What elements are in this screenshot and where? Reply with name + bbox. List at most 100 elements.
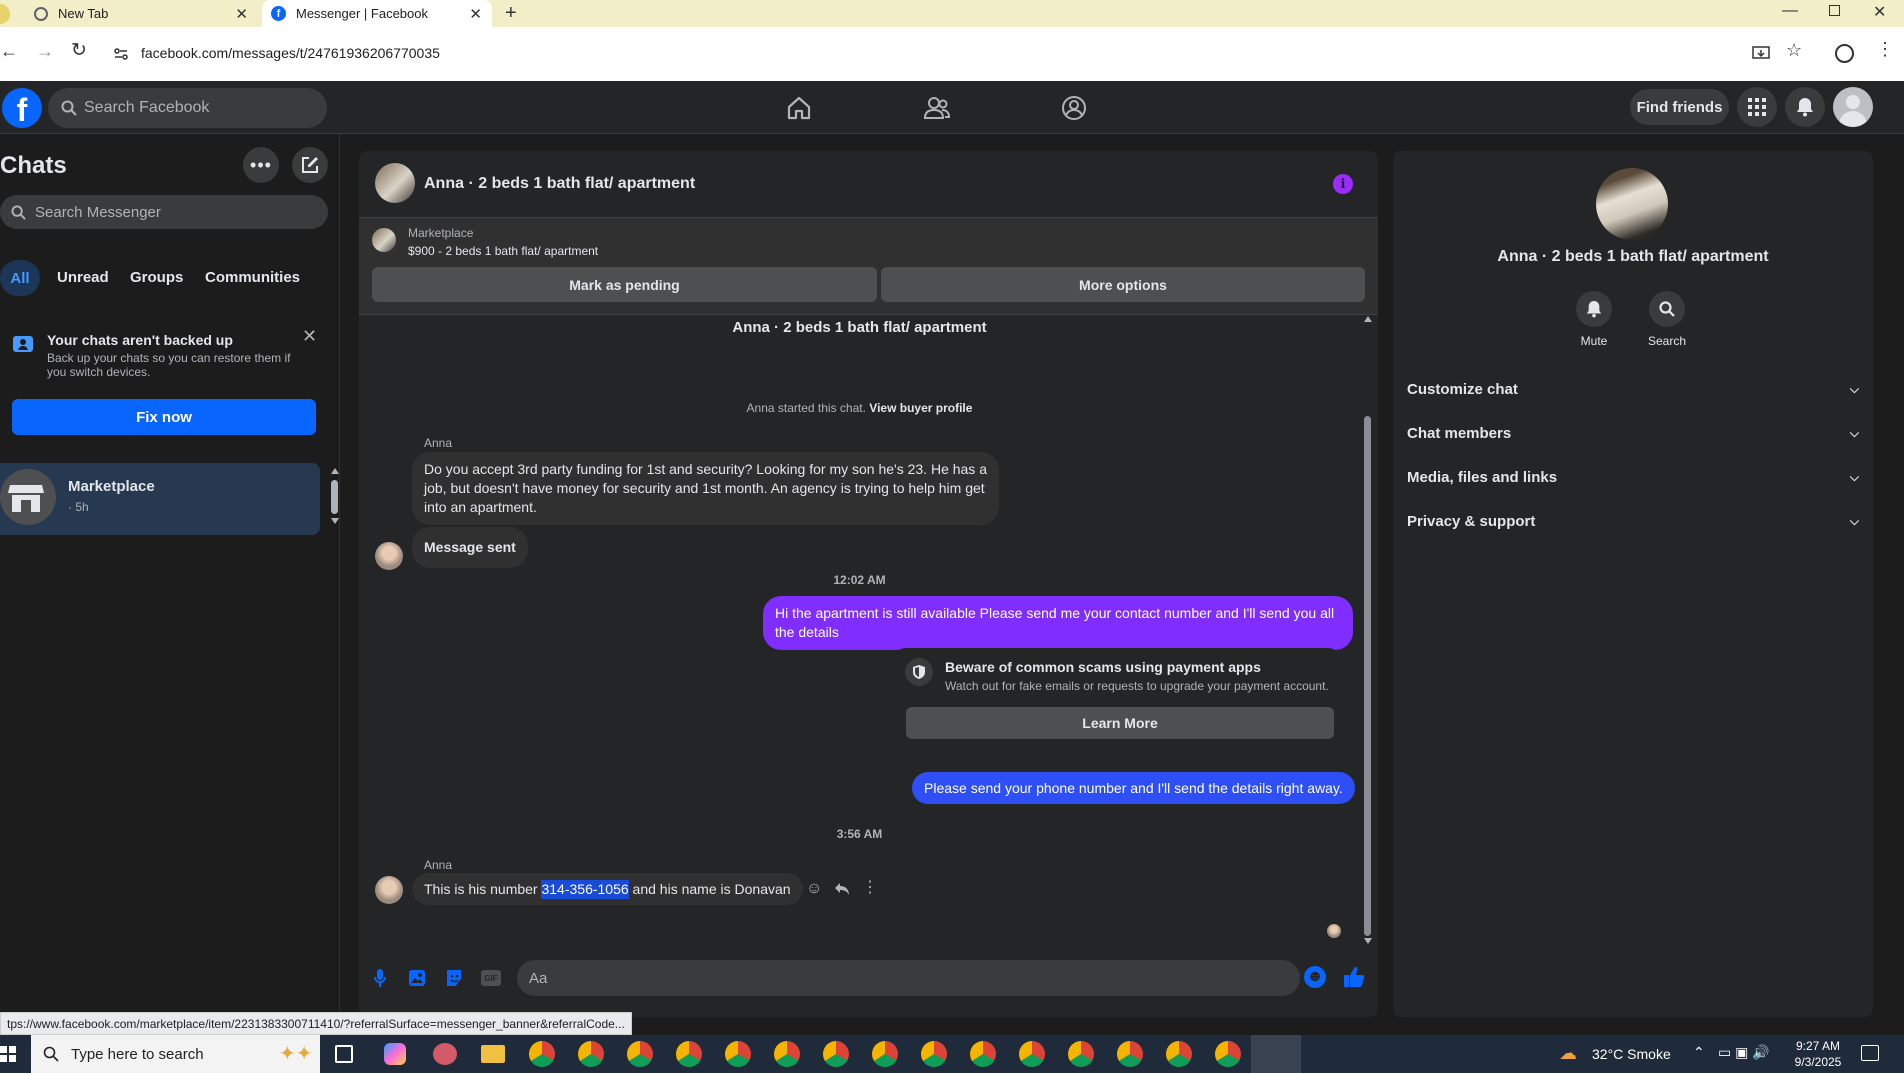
- sender-avatar[interactable]: [375, 876, 403, 904]
- chrome-icon[interactable]: [872, 1041, 898, 1067]
- minimize-icon[interactable]: —: [1782, 2, 1798, 20]
- listing-avatar[interactable]: [375, 163, 415, 203]
- incoming-message[interactable]: This is his number 314-356-1056 and his …: [412, 873, 803, 905]
- chat-options-button[interactable]: •••: [243, 147, 279, 183]
- menu-grid-button[interactable]: [1737, 87, 1777, 127]
- taskbar-search-input[interactable]: Type here to search ✦✦: [31, 1035, 320, 1073]
- selected-phone-number[interactable]: 314-356-1056: [541, 879, 629, 899]
- reload-icon[interactable]: ↻: [71, 39, 87, 62]
- bookmark-star-icon[interactable]: ☆: [1786, 40, 1802, 61]
- chrome-icon[interactable]: [774, 1041, 800, 1067]
- incoming-message-sent[interactable]: Message sent: [412, 527, 528, 568]
- browser-menu-icon[interactable]: ⋮: [1876, 39, 1894, 60]
- chrome-icon[interactable]: [970, 1041, 996, 1067]
- sticker-icon[interactable]: [444, 968, 464, 988]
- learn-more-button[interactable]: Learn More: [906, 707, 1334, 739]
- system-tray-icons[interactable]: ▭ ▣ 🔊: [1718, 1044, 1770, 1061]
- messenger-search-input[interactable]: Search Messenger: [0, 195, 328, 229]
- chrome-icon[interactable]: [921, 1041, 947, 1067]
- section-chat-members[interactable]: Chat members ⌵: [1407, 413, 1859, 453]
- windows-start-icon[interactable]: [0, 1046, 16, 1062]
- chrome-icon[interactable]: [1117, 1041, 1143, 1067]
- chrome-icon[interactable]: [725, 1041, 751, 1067]
- page-scrollbar[interactable]: [1890, 134, 1904, 1035]
- mark-as-pending-button[interactable]: Mark as pending: [372, 267, 877, 302]
- show-hidden-icons[interactable]: ⌃: [1693, 1044, 1705, 1061]
- listing-thumbnail[interactable]: [372, 228, 396, 252]
- filter-communities[interactable]: Communities: [205, 269, 300, 286]
- chrome-icon[interactable]: [823, 1041, 849, 1067]
- react-icon[interactable]: ☺: [806, 880, 822, 898]
- section-privacy-support[interactable]: Privacy & support ⌵: [1407, 501, 1859, 541]
- chrome-icon[interactable]: [676, 1041, 702, 1067]
- close-window-icon[interactable]: ✕: [1873, 2, 1886, 22]
- outgoing-message[interactable]: Please send your phone number and I'll s…: [912, 772, 1355, 804]
- fix-now-button[interactable]: Fix now: [12, 399, 316, 435]
- conversation-info-icon[interactable]: i: [1333, 174, 1353, 194]
- profile-icon[interactable]: [1835, 44, 1854, 63]
- listing-summary[interactable]: $900 - 2 beds 1 bath flat/ apartment: [408, 244, 598, 258]
- notifications-button[interactable]: [1785, 87, 1825, 127]
- home-icon[interactable]: [786, 95, 812, 121]
- chrome-icon[interactable]: [627, 1041, 653, 1067]
- install-app-icon[interactable]: [1752, 46, 1770, 62]
- filter-all[interactable]: All: [0, 260, 40, 296]
- app-icon[interactable]: [433, 1043, 457, 1065]
- friends-icon[interactable]: [923, 95, 951, 121]
- file-explorer-icon[interactable]: [481, 1045, 505, 1063]
- task-view-icon[interactable]: [335, 1045, 353, 1063]
- weather-text[interactable]: 32°C Smoke: [1592, 1046, 1671, 1062]
- close-icon[interactable]: ✕: [302, 326, 317, 347]
- facebook-search-input[interactable]: Search Facebook: [48, 88, 327, 128]
- url-field[interactable]: facebook.com/messages/t/2476193620677003…: [103, 35, 1743, 73]
- incoming-message[interactable]: Do you accept 3rd party funding for 1st …: [412, 452, 999, 525]
- chrome-icon[interactable]: [578, 1041, 604, 1067]
- tab-new-tab[interactable]: New Tab ✕: [0, 0, 258, 27]
- facebook-logo-icon[interactable]: f: [2, 88, 42, 128]
- message-scrollbar[interactable]: [1363, 316, 1372, 946]
- chat-header-title[interactable]: Anna · 2 beds 1 bath flat/ apartment: [424, 175, 695, 193]
- mute-button[interactable]: [1576, 291, 1612, 327]
- site-settings-icon[interactable]: [113, 46, 129, 62]
- restore-icon[interactable]: [1829, 5, 1840, 16]
- photo-icon[interactable]: [408, 969, 426, 987]
- section-customize-chat[interactable]: Customize chat ⌵: [1407, 369, 1859, 409]
- reply-icon[interactable]: [834, 882, 850, 896]
- chrome-icon[interactable]: [1019, 1041, 1045, 1067]
- account-avatar[interactable]: [1833, 87, 1873, 127]
- tab-messenger[interactable]: f Messenger | Facebook ✕: [262, 0, 492, 27]
- chrome-icon[interactable]: [529, 1041, 555, 1067]
- close-tab-icon[interactable]: ✕: [469, 5, 482, 23]
- listing-profile-photo[interactable]: [1596, 168, 1668, 240]
- new-tab-icon[interactable]: +: [505, 2, 517, 25]
- search-conversation-button[interactable]: [1649, 291, 1685, 327]
- forward-icon[interactable]: →: [36, 41, 54, 62]
- more-actions-icon[interactable]: ⋮: [862, 877, 878, 897]
- microphone-icon[interactable]: [374, 968, 386, 988]
- sidebar-scrollbar[interactable]: [331, 468, 339, 528]
- emoji-icon[interactable]: ☻: [1304, 966, 1326, 988]
- filter-groups[interactable]: Groups: [130, 269, 183, 286]
- new-message-button[interactable]: [292, 147, 328, 183]
- chrome-icon[interactable]: [1166, 1041, 1192, 1067]
- gif-icon[interactable]: GIF: [481, 970, 501, 986]
- copilot-icon[interactable]: [384, 1043, 406, 1065]
- conversation-marketplace[interactable]: Marketplace · 5h: [0, 463, 320, 535]
- notification-center-icon[interactable]: [1861, 1045, 1879, 1061]
- search-placeholder: Search Facebook: [84, 99, 210, 116]
- filter-unread[interactable]: Unread: [57, 269, 109, 286]
- groups-icon[interactable]: [1061, 95, 1087, 121]
- outgoing-message[interactable]: Hi the apartment is still available Plea…: [763, 596, 1353, 650]
- like-thumbs-up-icon[interactable]: [1343, 966, 1365, 988]
- find-friends-button[interactable]: Find friends: [1630, 89, 1729, 125]
- close-tab-icon[interactable]: ✕: [235, 5, 248, 23]
- sender-avatar[interactable]: [375, 542, 403, 570]
- more-options-button[interactable]: More options: [881, 267, 1365, 302]
- clock[interactable]: 9:27 AM 9/3/2025: [1788, 1038, 1848, 1070]
- message-input[interactable]: Aa: [517, 960, 1300, 996]
- back-icon[interactable]: ←: [0, 41, 18, 62]
- chrome-icon[interactable]: [1215, 1041, 1241, 1067]
- section-media-files-links[interactable]: Media, files and links ⌵: [1407, 457, 1859, 497]
- chrome-icon[interactable]: [1068, 1041, 1094, 1067]
- view-buyer-profile-link[interactable]: View buyer profile: [869, 401, 972, 415]
